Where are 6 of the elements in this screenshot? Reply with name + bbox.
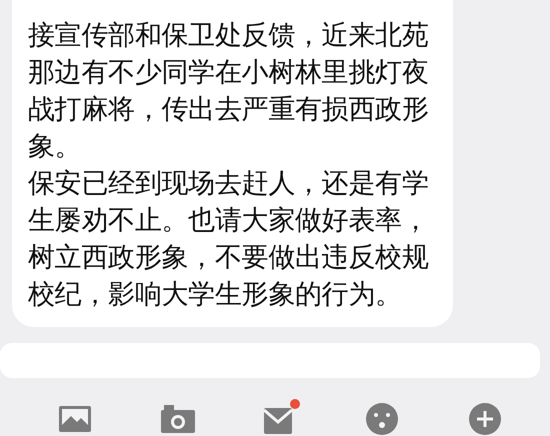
picture-icon[interactable] bbox=[58, 405, 92, 433]
message-text: 保安已经到现场去赶人，还是有学生屡劝不止。也请大家做好表率，树立西政形象，不要做出违反校规校纪，影响大学生形象的行为。 bbox=[28, 167, 430, 312]
plus-icon[interactable] bbox=[468, 402, 502, 436]
camera-icon[interactable] bbox=[160, 404, 196, 434]
message-text: 接宣传部和保卫处反馈，近来北苑那边有不少同学在小树林里挑灯夜战打麻将，传出去严重有损西政形象。 bbox=[28, 19, 430, 164]
emoji-icon[interactable] bbox=[365, 402, 400, 436]
